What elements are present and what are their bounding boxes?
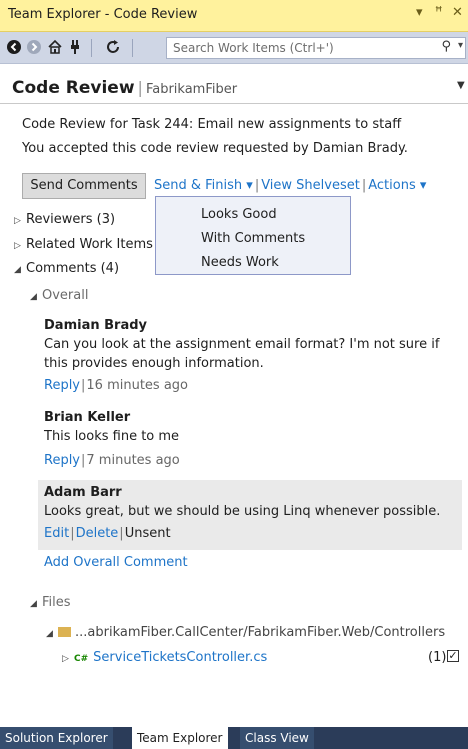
page-title: Code Review — [12, 78, 135, 98]
menu-item-needs-work[interactable]: Needs Work — [201, 255, 279, 270]
section-related-work-items[interactable]: ▷ Related Work Items — [14, 237, 153, 252]
comment-text: This looks fine to me — [44, 429, 180, 444]
comment-author: Brian Keller — [44, 410, 131, 425]
send-and-finish-link[interactable]: Send & Finish ▾ — [154, 178, 253, 193]
action-links: Send & Finish ▾ | View Shelveset | Actions ▾ — [154, 178, 427, 193]
comment-meta: Edit|Delete|Unsent — [44, 526, 171, 541]
back-icon[interactable] — [5, 38, 23, 56]
add-overall-comment-link[interactable]: Add Overall Comment — [44, 555, 188, 570]
toolbar-separator — [132, 39, 133, 57]
section-overall-label: Overall — [42, 288, 89, 303]
delete-link[interactable]: Delete — [76, 526, 119, 541]
tab-solution-explorer[interactable]: Solution Explorer — [0, 727, 113, 749]
window-title: Team Explorer - Code Review — [8, 7, 198, 22]
reply-link[interactable]: Reply — [44, 378, 80, 393]
review-task-title: Code Review for Task 244: Email new assi… — [22, 117, 402, 132]
section-comments-label: Comments (4) — [26, 261, 120, 276]
comment-text-line: this provides enough information. — [44, 356, 264, 371]
comment-status: Unsent — [124, 526, 171, 541]
tool-window-tabs: Solution Explorer Team Explorer Class Vi… — [0, 727, 468, 749]
section-comments[interactable]: ◢ Comments (4) — [14, 261, 119, 276]
section-reviewers[interactable]: ▷ Reviewers (3) — [14, 212, 115, 227]
expand-icon: ▷ — [14, 241, 21, 251]
toolbar: Search Work Items (Ctrl+') ⚲ ▾ — [0, 32, 468, 64]
actions-link[interactable]: Actions ▾ — [368, 178, 426, 193]
collapse-icon: ◢ — [30, 292, 37, 302]
menu-item-looks-good[interactable]: Looks Good — [201, 207, 277, 222]
folder-icon — [58, 627, 71, 637]
csharp-file-icon: C# — [74, 654, 89, 664]
toolbar-separator — [91, 39, 92, 57]
section-reviewers-label: Reviewers (3) — [26, 212, 116, 227]
comment-time: 16 minutes ago — [86, 378, 189, 393]
section-files-label: Files — [42, 595, 71, 610]
page-menu-icon[interactable]: ▼ — [457, 80, 465, 91]
comment-text: Looks great, but we should be using Linq… — [44, 504, 441, 519]
connect-icon[interactable] — [66, 38, 84, 56]
search-work-items-input[interactable]: Search Work Items (Ctrl+') ⚲ ▾ — [166, 37, 466, 59]
folder-row[interactable]: ◢ ...abrikamFiber.CallCenter/FabrikamFibe… — [46, 625, 445, 640]
section-overall[interactable]: ◢ Overall — [30, 288, 88, 303]
comment-author: Damian Brady — [44, 318, 147, 333]
forward-icon[interactable] — [25, 38, 43, 56]
comment-meta: Reply|7 minutes ago — [44, 453, 180, 468]
folder-path: ...abrikamFiber.CallCenter/FabrikamFiber… — [75, 625, 446, 640]
file-comment-count: (1) — [428, 650, 447, 665]
add-overall-comment-label[interactable]: Add Overall Comment — [44, 555, 188, 570]
menu-item-with-comments[interactable]: With Comments — [201, 231, 305, 246]
project-name: FabrikamFiber — [145, 82, 238, 97]
collapse-icon: ◢ — [46, 629, 53, 639]
header-divider-line — [0, 103, 468, 104]
comment-time: 7 minutes ago — [86, 453, 180, 468]
collapse-icon: ◢ — [14, 265, 21, 275]
search-dropdown-icon[interactable]: ▾ — [458, 40, 463, 51]
header-divider: | — [137, 78, 143, 97]
file-row[interactable]: ▷ C# ServiceTicketsController.cs — [62, 650, 267, 665]
section-files[interactable]: ◢ Files — [30, 595, 71, 610]
expand-icon: ▷ — [14, 216, 21, 226]
title-bar: Team Explorer - Code Review ▾ ꟸ ✕ — [0, 0, 468, 32]
close-icon[interactable]: ✕ — [452, 5, 463, 20]
collapse-icon: ◢ — [30, 599, 37, 609]
tab-class-view[interactable]: Class View — [240, 727, 314, 749]
file-reviewed-checkbox[interactable]: ✓ — [447, 650, 459, 662]
comment-author: Adam Barr — [44, 485, 122, 500]
comment-text: Can you look at the assignment email for… — [44, 335, 439, 373]
comment-text-line: Can you look at the assignment email for… — [44, 337, 440, 352]
review-status-text: You accepted this code review requested … — [22, 141, 408, 156]
send-finish-menu: Looks Good With Comments Needs Work — [155, 196, 351, 275]
file-link[interactable]: ServiceTicketsController.cs — [93, 650, 267, 665]
refresh-icon[interactable] — [104, 38, 122, 56]
window-menu-dropdown-icon[interactable]: ▾ — [416, 5, 423, 20]
tab-team-explorer[interactable]: Team Explorer — [132, 727, 228, 749]
send-comments-button[interactable]: Send Comments — [22, 173, 146, 199]
search-placeholder: Search Work Items (Ctrl+') — [173, 41, 334, 55]
search-icon[interactable]: ⚲ — [441, 39, 451, 54]
expand-icon: ▷ — [62, 654, 69, 664]
comment-meta: Reply|16 minutes ago — [44, 378, 189, 393]
view-shelveset-link[interactable]: View Shelveset — [261, 178, 360, 193]
pin-icon[interactable]: ꟸ — [435, 5, 443, 20]
edit-link[interactable]: Edit — [44, 526, 69, 541]
page-header: Code Review | FabrikamFiber — [12, 78, 237, 98]
reply-link[interactable]: Reply — [44, 453, 80, 468]
home-icon[interactable] — [46, 38, 64, 56]
section-related-label: Related Work Items — [26, 237, 153, 252]
